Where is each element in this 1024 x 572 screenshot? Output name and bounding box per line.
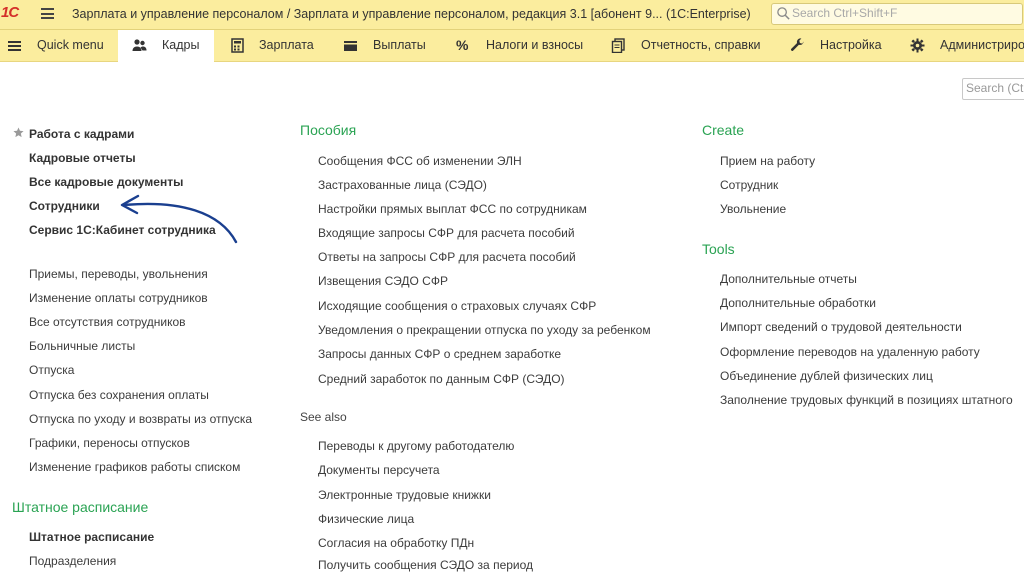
- link-soobshcheniya-fss[interactable]: Сообщения ФСС об изменении ЭЛН: [318, 154, 522, 168]
- section-bar: Quick menu Кадры Зарплата Выплаты % Нало…: [0, 30, 1024, 62]
- link-import-svedeniy[interactable]: Импорт сведений о трудовой деятельности: [720, 320, 962, 334]
- link-rabota-s-kadrami[interactable]: Работа с кадрами: [29, 127, 134, 141]
- documents-icon: [611, 38, 625, 53]
- link-otpuska-po-uhodu[interactable]: Отпуска по уходу и возвраты из отпуска: [29, 412, 252, 426]
- section-label: Выплаты: [373, 38, 426, 52]
- menu-icon: [8, 41, 21, 51]
- wrench-icon: [790, 38, 804, 51]
- annotation-arrow: [120, 194, 238, 244]
- link-priem-na-rabotu[interactable]: Прием на работу: [720, 154, 815, 168]
- section-label: Отчетность, справки: [641, 38, 761, 52]
- group-title-shtatnoe: Штатное расписание: [12, 499, 149, 515]
- link-dokumenty-persucheta[interactable]: Документы персучета: [318, 463, 440, 477]
- section-label: Администриро: [940, 38, 1024, 52]
- section-label: Налоги и взносы: [486, 38, 584, 52]
- link-shtatnoe-raspisanie[interactable]: Штатное расписание: [29, 530, 154, 544]
- section-quick-menu[interactable]: Quick menu: [0, 30, 115, 61]
- percent-icon: %: [456, 37, 469, 53]
- link-uvolnenie[interactable]: Увольнение: [720, 202, 786, 216]
- link-obedinenie-dubley[interactable]: Объединение дублей физических лиц: [720, 369, 933, 383]
- section-administrirovanie[interactable]: Администриро: [903, 30, 1024, 61]
- wallet-icon: [344, 41, 357, 51]
- section-zarplata[interactable]: Зарплата: [222, 30, 330, 61]
- link-soglasiya-pdn[interactable]: Согласия на обработку ПДн: [318, 536, 474, 550]
- link-izmenenie-grafikov[interactable]: Изменение графиков работы списком: [29, 460, 240, 474]
- link-grafiki-perenosy[interactable]: Графики, переносы отпусков: [29, 436, 190, 450]
- section-vyplaty[interactable]: Выплаты: [336, 30, 436, 61]
- search-icon: [777, 7, 790, 20]
- section-label: Настройка: [820, 38, 882, 52]
- title-bar: 1С Зарплата и управление персоналом / За…: [0, 0, 1024, 30]
- link-otpuska-bez-oplaty[interactable]: Отпуска без сохранения оплаты: [29, 388, 209, 402]
- section-label: Quick menu: [37, 38, 104, 52]
- group-title-create: Create: [702, 122, 745, 138]
- link-sotrudnik[interactable]: Сотрудник: [720, 178, 778, 192]
- window-title: Зарплата и управление персоналом / Зарпл…: [72, 7, 751, 21]
- main-menu-icon[interactable]: [41, 8, 54, 19]
- link-bolnichnye-listy[interactable]: Больничные листы: [29, 339, 135, 353]
- link-zaprosy-dannyh-sfr[interactable]: Запросы данных СФР о среднем заработке: [318, 347, 561, 361]
- section-label: Кадры: [162, 38, 200, 52]
- link-uvedomleniya-o-prekrashchenii[interactable]: Уведомления о прекращении отпуска по ухо…: [318, 323, 651, 337]
- panel-search[interactable]: [962, 78, 1024, 100]
- link-priemy-perevody[interactable]: Приемы, переводы, увольнения: [29, 267, 208, 281]
- star-icon[interactable]: [13, 127, 24, 138]
- group-title-tools: Tools: [702, 241, 735, 257]
- link-izveshcheniya-sedo[interactable]: Извещения СЭДО СФР: [318, 274, 448, 288]
- section-nalogi[interactable]: % Налоги и взносы: [448, 30, 583, 61]
- panel-search-input[interactable]: [966, 80, 1024, 96]
- link-elektronnye-trudovye[interactable]: Электронные трудовые книжки: [318, 488, 491, 502]
- link-vhodyashchie-zaprosy[interactable]: Входящие запросы СФР для расчета пособий: [318, 226, 575, 240]
- group-title-posobiya: Пособия: [300, 122, 357, 138]
- link-podrazdeleniya[interactable]: Подразделения: [29, 554, 116, 568]
- global-search-input[interactable]: [792, 5, 1012, 21]
- global-search[interactable]: [771, 3, 1023, 25]
- link-dopolnitelnye-obrabotki[interactable]: Дополнительные обработки: [720, 296, 876, 310]
- link-oformlenie-perevodov[interactable]: Оформление переводов на удаленную работу: [720, 345, 980, 359]
- section-otchetnost[interactable]: Отчетность, справки: [604, 30, 774, 61]
- link-otvety-na-zaprosy[interactable]: Ответы на запросы СФР для расчета пособи…: [318, 250, 576, 264]
- people-icon: [132, 39, 147, 51]
- link-kadrovye-otchety[interactable]: Кадровые отчеты: [29, 151, 136, 165]
- link-poluchit-soobshcheniya-sedo[interactable]: Получить сообщения СЭДО за период: [318, 558, 533, 572]
- section-kadry[interactable]: Кадры: [118, 30, 214, 62]
- link-vse-kadrovye-dokumenty[interactable]: Все кадровые документы: [29, 175, 183, 189]
- link-fizicheskie-litsa[interactable]: Физические лица: [318, 512, 414, 526]
- gear-icon: [910, 38, 925, 53]
- see-also-heading: See also: [300, 410, 347, 424]
- link-nastroyki-pryamyh-vyplat[interactable]: Настройки прямых выплат ФСС по сотрудник…: [318, 202, 587, 216]
- calculator-icon: [231, 38, 244, 53]
- link-perevody-k-rabotodatelyu[interactable]: Переводы к другому работодателю: [318, 439, 514, 453]
- link-izmenenie-oplaty[interactable]: Изменение оплаты сотрудников: [29, 291, 208, 305]
- link-ishodyashchie-soobshcheniya[interactable]: Исходящие сообщения о страховых случаях …: [318, 299, 596, 313]
- link-dopolnitelnye-otchety[interactable]: Дополнительные отчеты: [720, 272, 857, 286]
- link-sredniy-zarabotok[interactable]: Средний заработок по данным СФР (СЭДО): [318, 372, 565, 386]
- link-otpuska[interactable]: Отпуска: [29, 363, 74, 377]
- link-vse-otsutstviya[interactable]: Все отсутствия сотрудников: [29, 315, 186, 329]
- 1c-logo[interactable]: 1С: [1, 4, 31, 24]
- link-sotrudniki[interactable]: Сотрудники: [29, 199, 100, 213]
- section-nastroyka[interactable]: Настройка: [782, 30, 892, 61]
- section-label: Зарплата: [259, 38, 314, 52]
- link-zastrahovannye-litsa[interactable]: Застрахованные лица (СЭДО): [318, 178, 487, 192]
- link-zapolnenie-trudovyh-funktsiy[interactable]: Заполнение трудовых функций в позициях ш…: [720, 393, 1013, 407]
